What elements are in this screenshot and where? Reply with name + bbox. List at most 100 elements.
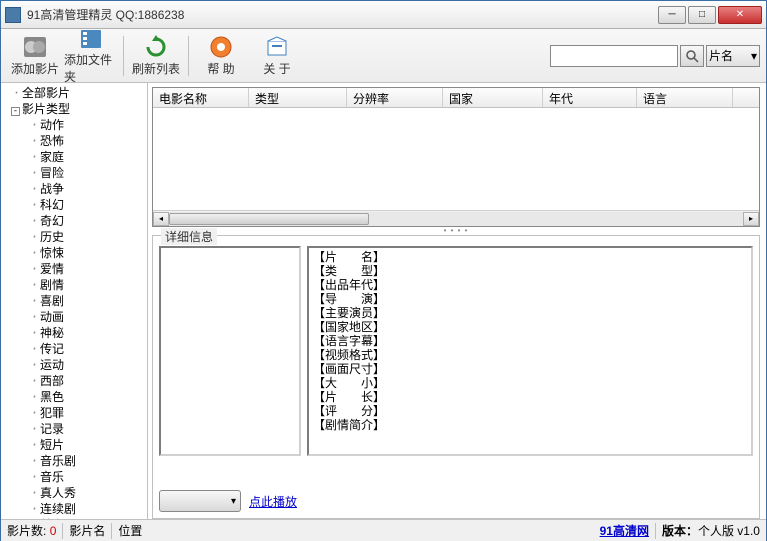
name-label: 影片名 — [69, 522, 105, 539]
about-label: 关 于 — [263, 60, 290, 77]
tree-node[interactable]: ·全部影片 — [1, 85, 147, 101]
tree-label: 动画 — [40, 310, 64, 324]
column-header[interactable]: 类型 — [249, 88, 347, 107]
tree-label: 短片 — [40, 438, 64, 452]
tree-node[interactable]: ·音乐 — [1, 469, 147, 485]
tree-node[interactable]: ·西部 — [1, 373, 147, 389]
add-folder-button[interactable]: 添加文件夹 — [63, 32, 119, 80]
tree-label: 传记 — [40, 342, 64, 356]
tree-line-icon: · — [29, 213, 40, 229]
tree-line-icon: · — [29, 405, 40, 421]
tree-label: 音乐剧 — [40, 454, 76, 468]
column-header[interactable]: 分辨率 — [347, 88, 443, 107]
tree-node[interactable]: ·动作 — [1, 117, 147, 133]
expand-icon[interactable]: - — [11, 107, 20, 116]
column-header[interactable]: 电影名称 — [153, 88, 249, 107]
table-body[interactable] — [153, 108, 759, 210]
tree-node[interactable]: ·音乐剧 — [1, 453, 147, 469]
search-button[interactable] — [680, 45, 704, 67]
info-field: 【片 名】 — [313, 250, 747, 264]
play-link[interactable]: 点此播放 — [249, 493, 297, 510]
column-header[interactable]: 年代 — [543, 88, 637, 107]
tree-node[interactable]: ·记录 — [1, 421, 147, 437]
tree-label: 冒险 — [40, 166, 64, 180]
tree-node[interactable]: ·传记 — [1, 341, 147, 357]
tree-node[interactable]: ·其它 — [1, 517, 147, 519]
tree-node[interactable]: ·历史 — [1, 229, 147, 245]
table-header: 电影名称类型分辨率国家年代语言 — [153, 88, 759, 108]
tree-label: 西部 — [40, 374, 64, 388]
site-link[interactable]: 91高清网 — [600, 522, 649, 539]
tree-node[interactable]: ·运动 — [1, 357, 147, 373]
maximize-button[interactable]: □ — [688, 6, 716, 24]
search-field-select[interactable]: 片名 ▾ — [706, 45, 760, 67]
column-header[interactable]: 语言 — [637, 88, 733, 107]
tree-label: 喜剧 — [40, 294, 64, 308]
path-label: 位置 — [118, 522, 142, 539]
info-box[interactable]: 【片 名】【类 型】【出品年代】【导 演】【主要演员】【国家地区】【语言字幕】【… — [307, 246, 753, 456]
tree-node[interactable]: -影片类型 — [1, 101, 147, 117]
tree-node[interactable]: ·家庭 — [1, 149, 147, 165]
tree-node[interactable]: ·犯罪 — [1, 405, 147, 421]
film-icon — [21, 34, 49, 60]
play-dropdown-button[interactable]: ▾ — [159, 490, 241, 512]
about-button[interactable]: 关 于 — [249, 32, 305, 80]
tree-line-icon: · — [29, 373, 40, 389]
chevron-down-icon: ▾ — [231, 496, 236, 507]
info-field: 【剧情简介】 — [313, 418, 747, 432]
tree-node[interactable]: ·喜剧 — [1, 293, 147, 309]
tree-node[interactable]: ·剧情 — [1, 277, 147, 293]
tree-line-icon: · — [29, 421, 40, 437]
tree-node[interactable]: ·科幻 — [1, 197, 147, 213]
horizontal-splitter[interactable]: • • • • — [152, 227, 760, 233]
version-label: 版本：个人版 v1.0 — [662, 522, 760, 539]
horizontal-scrollbar[interactable]: ◂ ▸ — [153, 210, 759, 226]
tree-node[interactable]: ·恐怖 — [1, 133, 147, 149]
tree-node[interactable]: ·短片 — [1, 437, 147, 453]
scroll-right-button[interactable]: ▸ — [743, 212, 759, 226]
refresh-button[interactable]: 刷新列表 — [128, 32, 184, 80]
add-movie-button[interactable]: 添加影片 — [7, 32, 63, 80]
window-title: 91高清管理精灵 QQ:1886238 — [27, 6, 658, 23]
app-icon — [5, 7, 21, 23]
tree-label: 历史 — [40, 230, 64, 244]
tree-node[interactable]: ·神秘 — [1, 325, 147, 341]
tree-node[interactable]: ·黑色 — [1, 389, 147, 405]
info-field: 【国家地区】 — [313, 320, 747, 334]
tree-node[interactable]: ·冒险 — [1, 165, 147, 181]
search-icon — [685, 49, 699, 63]
info-field: 【语言字幕】 — [313, 334, 747, 348]
tree-label: 剧情 — [40, 278, 64, 292]
info-field: 【视频格式】 — [313, 348, 747, 362]
scroll-thumb[interactable] — [169, 213, 369, 225]
scroll-track[interactable] — [169, 212, 743, 226]
tree-label: 音乐 — [40, 470, 64, 484]
category-tree[interactable]: ·全部影片-影片类型·动作·恐怖·家庭·冒险·战争·科幻·奇幻·历史·惊悚·爱情… — [1, 83, 148, 519]
info-field: 【主要演员】 — [313, 306, 747, 320]
column-header[interactable]: 国家 — [443, 88, 543, 107]
tree-node[interactable]: ·真人秀 — [1, 485, 147, 501]
count-value: 0 — [50, 524, 57, 538]
tree-label: 科幻 — [40, 198, 64, 212]
tree-node[interactable]: ·奇幻 — [1, 213, 147, 229]
tree-label: 爱情 — [40, 262, 64, 276]
tree-node[interactable]: ·爱情 — [1, 261, 147, 277]
tree-node[interactable]: ·战争 — [1, 181, 147, 197]
tree-node[interactable]: ·动画 — [1, 309, 147, 325]
search-box: 片名 ▾ — [550, 45, 760, 67]
info-field: 【导 演】 — [313, 292, 747, 306]
search-input[interactable] — [550, 45, 678, 67]
detail-group: 详细信息 【片 名】【类 型】【出品年代】【导 演】【主要演员】【国家地区】【语… — [152, 235, 760, 519]
about-icon — [263, 34, 291, 60]
tree-node[interactable]: ·惊悚 — [1, 245, 147, 261]
tree-line-icon: · — [29, 325, 40, 341]
add-folder-label: 添加文件夹 — [64, 51, 118, 85]
scroll-left-button[interactable]: ◂ — [153, 212, 169, 226]
status-bar: 影片数: 0 影片名 位置 91高清网 版本：个人版 v1.0 — [1, 519, 766, 541]
tree-node[interactable]: ·连续剧 — [1, 501, 147, 517]
close-button[interactable]: ✕ — [718, 6, 762, 24]
tree-line-icon: · — [29, 389, 40, 405]
tree-line-icon: · — [29, 197, 40, 213]
help-button[interactable]: 帮 助 — [193, 32, 249, 80]
minimize-button[interactable]: ─ — [658, 6, 686, 24]
